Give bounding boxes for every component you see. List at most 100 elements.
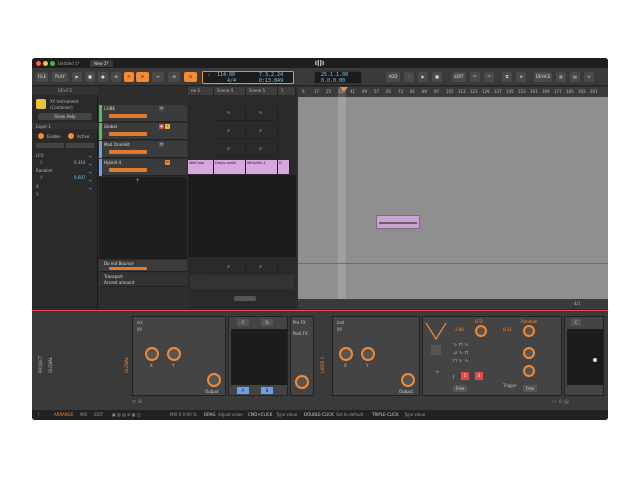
clip-wittymix[interactable]: WittyMix-1: [246, 160, 278, 174]
edit-tab[interactable]: EDIT: [94, 410, 103, 420]
track-volume-slider[interactable]: [109, 132, 147, 136]
clip-drops-beats[interactable]: Drops-beats: [214, 160, 246, 174]
panel-icons[interactable]: ▣ ▥ ▤ ⊞ ▦ ◫: [112, 410, 141, 420]
fx-output-knob[interactable]: [295, 375, 309, 389]
clip-slot[interactable]: [214, 105, 246, 121]
arranger-clip[interactable]: [376, 215, 420, 229]
empty-track-area[interactable]: +: [99, 177, 187, 259]
xy-pad-area[interactable]: [567, 329, 603, 385]
record-arm-button[interactable]: ●: [159, 124, 164, 129]
lfo-free-button[interactable]: Free: [453, 385, 467, 392]
loop-range-display[interactable]: 25.1.1.00 8.0.0.00: [314, 71, 362, 84]
x-knob[interactable]: [339, 347, 353, 361]
lfo-waveform-selector[interactable]: ∿ ⊓ ∿ ⊿ ∿ ⊓ ⊓ ∿ ∿: [453, 341, 489, 371]
time-signature[interactable]: 4/4: [227, 78, 236, 84]
lfo-rate-knob[interactable]: [475, 325, 487, 337]
post-fx-button[interactable]: Post FX: [293, 331, 308, 336]
track-volume-slider[interactable]: [109, 267, 147, 270]
random-smooth-knob[interactable]: [523, 347, 535, 359]
xy-pad-global[interactable]: C D A B: [228, 316, 288, 396]
lfo-value-2[interactable]: 4: [475, 372, 483, 380]
track-name[interactable]: Global: [104, 124, 117, 129]
clip-slot[interactable]: [214, 123, 246, 139]
random-free-button[interactable]: Free: [523, 385, 537, 392]
monitor-button[interactable]: M: [165, 160, 170, 165]
mod-arrows-icon[interactable]: ⇢ ⇢ ⇢ ⇢ ⇢: [88, 153, 94, 197]
play-icon[interactable]: ▶: [72, 72, 82, 82]
play-menu-button[interactable]: PLAY: [52, 72, 68, 82]
record-icon[interactable]: ●: [98, 72, 108, 82]
chain-tools-icon[interactable]: ≡ ⊕: [132, 399, 142, 405]
track-volume-slider[interactable]: [109, 150, 147, 154]
arrange-tab[interactable]: ARRANGE: [54, 410, 74, 420]
close-window-icon[interactable]: [36, 61, 41, 66]
tab-untitled-1[interactable]: Untitled 1*: [54, 60, 84, 67]
clip-slot[interactable]: [246, 261, 278, 273]
xy-cursor[interactable]: [593, 358, 597, 362]
clip-slot[interactable]: [246, 105, 278, 121]
metronome-icon[interactable]: ≡: [152, 72, 164, 82]
arranger-timeline[interactable]: 9 17 25 33 41 49 57 65 73 81 89 97 105 113 121 129 137 14…: [298, 87, 608, 309]
clip-wolf-boo[interactable]: Wolf-boo: [188, 160, 214, 174]
xy-pad-area[interactable]: [231, 329, 287, 385]
enable-toggle[interactable]: [38, 133, 44, 139]
pad-d[interactable]: D: [261, 319, 273, 326]
random-rate-value[interactable]: 0.31: [503, 327, 512, 332]
stop-small-icon[interactable]: ■: [432, 72, 442, 82]
playhead-marker[interactable]: [340, 87, 348, 92]
add-button[interactable]: ADD: [386, 72, 400, 82]
track-name[interactable]: CUBE: [104, 106, 115, 111]
track-header-global[interactable]: Global ● S: [99, 123, 187, 140]
pre-fx-button[interactable]: Pre FX: [293, 320, 306, 325]
random-rate-knob[interactable]: [523, 325, 535, 337]
output-knob[interactable]: [401, 373, 415, 387]
xy-device-layer[interactable]: inst XY X Y Output: [332, 316, 420, 396]
launcher-scrollbar[interactable]: [234, 296, 256, 301]
pad-a[interactable]: A: [237, 387, 249, 394]
y-knob[interactable]: [167, 347, 181, 361]
paste-icon[interactable]: ⊕: [516, 72, 526, 82]
transport-display[interactable]: ♩ 114.00 4/4 7.3.2.24 0:13.849: [202, 71, 294, 84]
track-header-cube[interactable]: CUBE M: [99, 105, 187, 122]
clip-slot[interactable]: [246, 123, 278, 139]
output-knob[interactable]: [207, 373, 221, 387]
track-name[interactable]: Mod Drumkit: [104, 142, 130, 147]
launcher-empty-area[interactable]: [188, 175, 296, 257]
scene-5-header[interactable]: Scene 5: [246, 87, 278, 95]
minimize-window-icon[interactable]: [43, 61, 48, 66]
mute-button[interactable]: M: [159, 106, 164, 111]
loop-icon[interactable]: ⟳: [136, 72, 149, 82]
panel-toggle-icon[interactable]: ▥: [556, 72, 566, 82]
preset-name[interactable]: inst: [337, 320, 344, 325]
pad-c[interactable]: C: [237, 319, 249, 326]
mixer-toggle-icon[interactable]: ▤: [570, 72, 580, 82]
solo-button[interactable]: S: [165, 124, 170, 129]
scene-3-header[interactable]: ne 3: [188, 87, 214, 95]
modulator-cube-icon[interactable]: [431, 345, 441, 355]
random-chance-knob[interactable]: [523, 365, 535, 377]
active-toggle[interactable]: [68, 133, 74, 139]
show-help-button[interactable]: Show Help: [38, 113, 92, 120]
global-label[interactable]: GLOBAL: [48, 357, 53, 373]
add-track-icon[interactable]: +: [135, 177, 140, 184]
automation-record-icon[interactable]: ⊕: [111, 72, 121, 82]
clip-automation-icon[interactable]: ✎: [124, 72, 134, 82]
clip-slot[interactable]: [214, 141, 246, 157]
x-knob[interactable]: [145, 347, 159, 361]
y-knob[interactable]: [361, 347, 375, 361]
edit-button[interactable]: EDIT: [452, 72, 466, 82]
pad-c[interactable]: C: [571, 319, 581, 326]
mix-tab[interactable]: MIX: [80, 410, 87, 420]
layer-label[interactable]: LAYER 1: [320, 357, 325, 373]
preset-name[interactable]: src: [137, 320, 143, 325]
track-header-transport[interactable]: Transport Accent amount: [99, 273, 187, 287]
track-header-hybrid-4[interactable]: Hybrid 4 M: [99, 159, 187, 176]
file-button[interactable]: FILE: [36, 72, 48, 82]
clip-slot[interactable]: [214, 261, 246, 273]
mod-random-value[interactable]: 0.607: [74, 175, 85, 180]
add-modulator-icon[interactable]: +: [435, 369, 440, 376]
stop-icon[interactable]: ■: [85, 72, 95, 82]
lfo-value-1[interactable]: 1: [461, 372, 469, 380]
bell-icon[interactable]: !: [38, 410, 40, 420]
mod-lfo-value[interactable]: 0.314: [74, 160, 85, 165]
